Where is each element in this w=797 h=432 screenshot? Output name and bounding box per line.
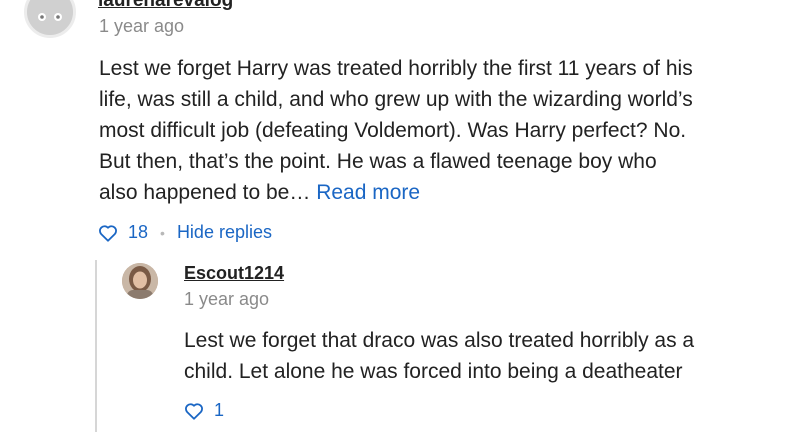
reply-timestamp: 1 year ago <box>184 289 270 309</box>
reply-body-line: Lest we forget that draco was also treat… <box>184 329 695 352</box>
reply-avatar[interactable] <box>122 263 158 299</box>
like-count: 18 <box>128 222 149 242</box>
comment-actions: 18 • Hide replies <box>98 222 272 243</box>
reply-actions: 1 <box>184 400 224 421</box>
reply-body: Lest we forget that draco was also treat… <box>184 325 694 387</box>
comment-body-line: life, was still a child, and who grew up… <box>99 88 693 111</box>
heart-icon <box>185 402 203 420</box>
comment-timestamp: 1 year ago <box>99 16 185 36</box>
comment-body: Lest we forget Harry was treated horribl… <box>99 53 693 208</box>
hide-replies-button[interactable]: Hide replies <box>177 222 272 243</box>
reply-body-line: child. Let alone he was forced into bein… <box>184 360 683 383</box>
heart-icon <box>99 224 117 242</box>
like-button[interactable]: 18 <box>98 222 148 243</box>
comment-body-last-line: also happened to be… Read more <box>99 177 693 208</box>
comment-body-line: also happened to be… <box>99 181 311 204</box>
reply-like-button[interactable]: 1 <box>184 400 224 421</box>
comment-body-line: most difficult job (defeating Voldemort)… <box>99 119 687 142</box>
reply-like-count: 1 <box>214 400 225 420</box>
read-more-link[interactable]: Read more <box>316 181 420 204</box>
comment-body-line: Lest we forget Harry was treated horribl… <box>99 57 693 80</box>
reply-thread-line <box>95 260 97 432</box>
avatar[interactable] <box>24 0 76 38</box>
separator-dot: • <box>160 224 165 241</box>
comment-body-line: But then, that’s the point. He was a fla… <box>99 150 657 173</box>
reply-username[interactable]: Escout1214 <box>184 263 284 284</box>
comment-username[interactable]: laurenarevalog <box>98 0 233 12</box>
